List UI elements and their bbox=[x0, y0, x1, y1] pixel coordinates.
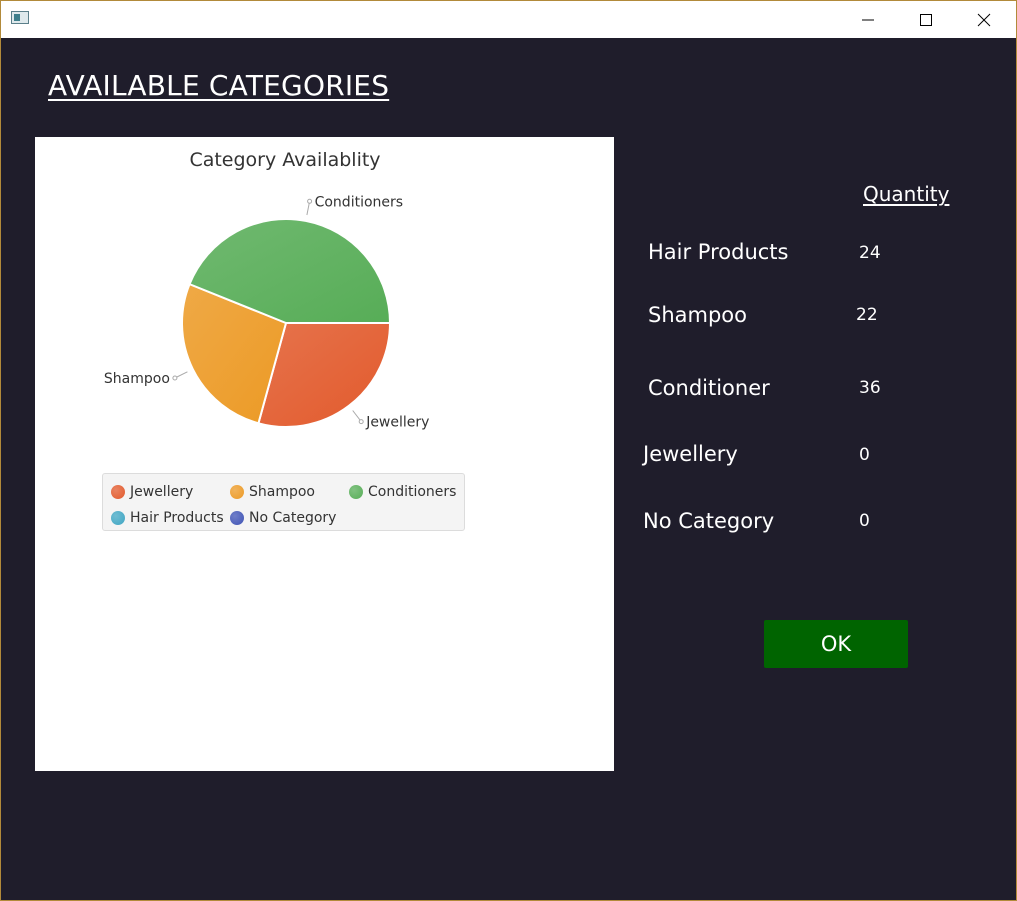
legend-swatch bbox=[230, 511, 244, 525]
slice-label-conditioners: Conditioners bbox=[315, 194, 403, 210]
title-bar bbox=[1, 1, 1016, 38]
legend-item-shampoo: Shampoo bbox=[230, 482, 315, 502]
row-value-conditioner: 36 bbox=[859, 378, 881, 398]
legend-swatch bbox=[349, 485, 363, 499]
minimize-icon bbox=[862, 19, 874, 21]
page-title: AVAILABLE CATEGORIES bbox=[48, 69, 390, 102]
slice-label-shampoo: Shampoo bbox=[104, 371, 170, 387]
row-label-jewellery: Jewellery bbox=[643, 442, 738, 466]
row-label-no-category: No Category bbox=[643, 509, 775, 533]
pie-chart: Category Availablity Jewellery Shampoo Con… bbox=[104, 149, 430, 431]
legend-swatch bbox=[111, 511, 125, 525]
legend-swatch bbox=[230, 485, 244, 499]
chart-title: Category Availablity bbox=[189, 149, 380, 171]
row-value-jewellery: 0 bbox=[859, 445, 870, 465]
slice-leader-dot bbox=[172, 375, 178, 381]
row-label-hair-products: Hair Products bbox=[648, 240, 789, 264]
legend-label: Jewellery bbox=[130, 484, 194, 500]
maximize-icon bbox=[920, 14, 932, 26]
legend-label: Conditioners bbox=[368, 484, 457, 500]
slice-label-jewellery: Jewellery bbox=[365, 415, 429, 431]
row-value-hair-products: 24 bbox=[859, 243, 881, 263]
maximize-button[interactable] bbox=[897, 1, 955, 38]
row-label-conditioner: Conditioner bbox=[648, 376, 770, 400]
legend-label: No Category bbox=[249, 510, 337, 526]
legend-item-conditioners: Conditioners bbox=[349, 482, 456, 502]
row-value-no-category: 0 bbox=[859, 511, 870, 531]
close-icon bbox=[977, 13, 991, 27]
legend-label: Hair Products bbox=[130, 510, 224, 526]
pie-chart-panel: Category Availablity Jewellery Shampoo Con… bbox=[35, 137, 614, 771]
app-window: AVAILABLE CATEGORIES Category Availablit… bbox=[1, 1, 1016, 900]
legend-item-hair-products: Hair Products bbox=[111, 508, 224, 528]
quantity-header: Quantity bbox=[863, 182, 950, 206]
legend-item-no-category: No Category bbox=[230, 508, 336, 528]
legend-swatch bbox=[111, 485, 125, 499]
ok-button[interactable]: OK bbox=[764, 620, 908, 668]
minimize-button[interactable] bbox=[839, 1, 897, 38]
close-button[interactable] bbox=[955, 1, 1013, 38]
slice-leader-dot bbox=[307, 198, 313, 204]
row-label-shampoo: Shampoo bbox=[648, 303, 747, 327]
app-icon bbox=[11, 11, 29, 24]
row-value-shampoo: 22 bbox=[856, 305, 878, 325]
slice-leader-dot bbox=[358, 419, 364, 425]
legend-item-jewellery: Jewellery bbox=[111, 482, 193, 502]
chart-legend: Jewellery Shampoo Conditioners Hair Product… bbox=[102, 473, 465, 531]
legend-label: Shampoo bbox=[249, 484, 315, 500]
